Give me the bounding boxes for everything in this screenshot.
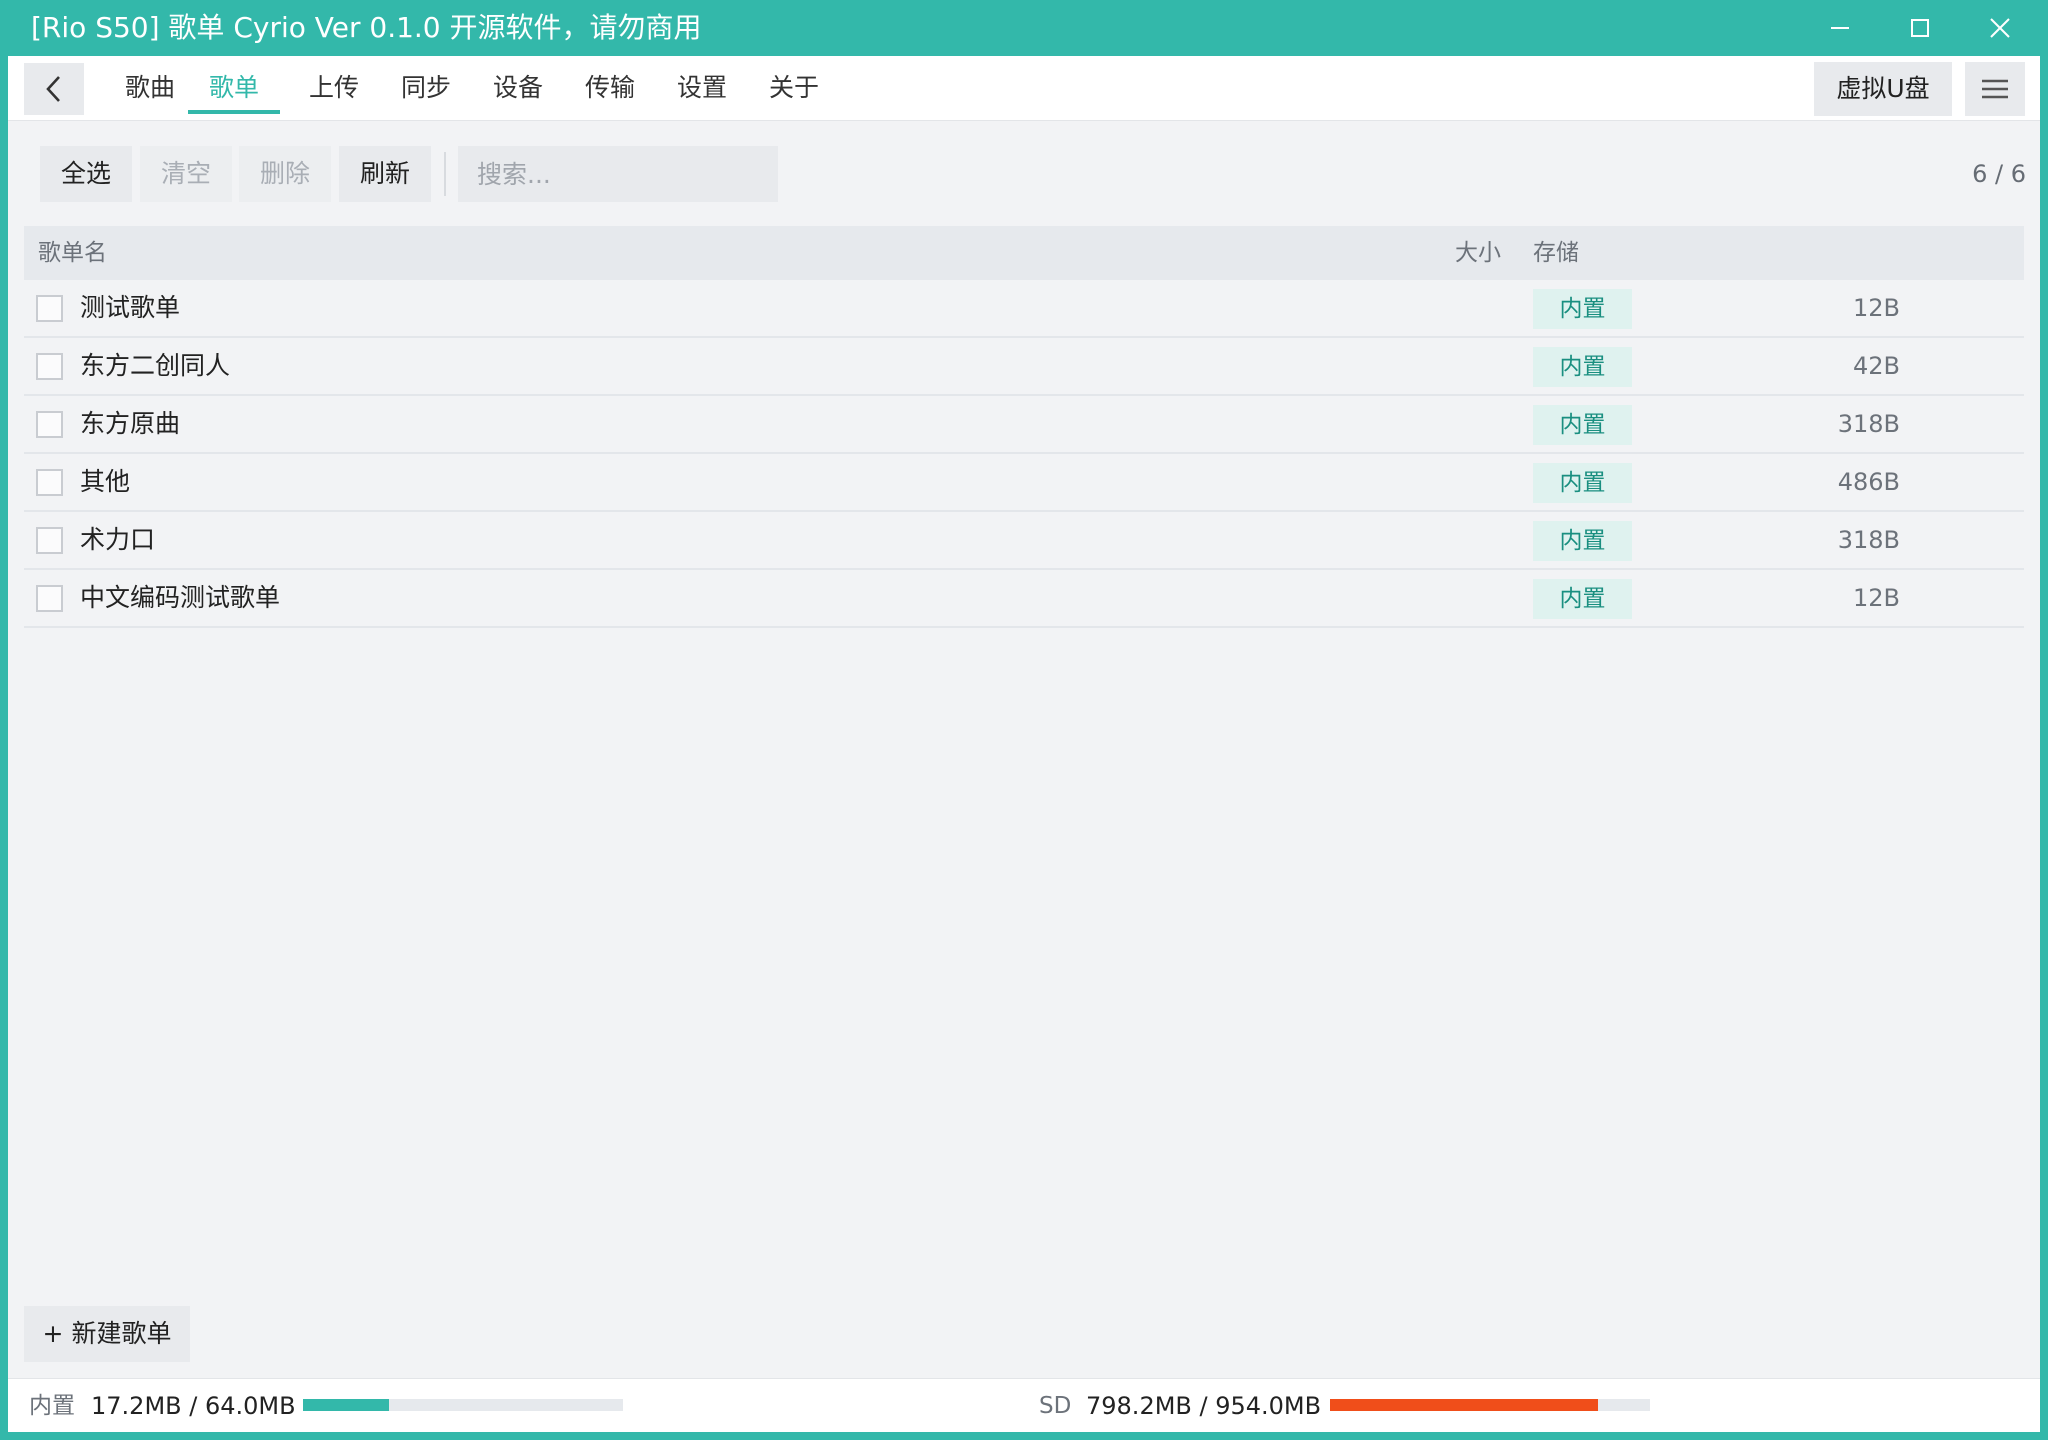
row-checkbox[interactable] [36, 353, 63, 380]
playlist-size: 12B [1852, 294, 1900, 322]
internal-storage-bar [303, 1399, 623, 1411]
table-row[interactable]: 其他 486B 内置 [24, 454, 2024, 512]
hamburger-menu-icon [1982, 79, 2008, 99]
playlist-name: 术力口 [80, 525, 156, 554]
playlist-size: 12B [1852, 584, 1900, 612]
playlist-name: 东方二创同人 [80, 351, 231, 380]
table-row[interactable]: 东方原曲 318B 内置 [24, 396, 2024, 454]
playlist-count: 6 / 6 [1972, 160, 2026, 188]
tab-upload[interactable]: 上传 [296, 64, 372, 112]
playlist-name: 测试歌单 [80, 293, 181, 322]
nav-bar: 歌曲 歌单 上传 同步 设备 传输 设置 关于 虚拟U盘 [8, 56, 2040, 121]
table-row[interactable]: 术力口 318B 内置 [24, 512, 2024, 570]
tab-about[interactable]: 关于 [756, 64, 832, 112]
virtual-usb-button[interactable]: 虚拟U盘 [1814, 62, 1952, 116]
storage-badge: 内置 [1533, 579, 1632, 619]
client-area: 歌曲 歌单 上传 同步 设备 传输 设置 关于 虚拟U盘 全选 清空 删除 刷新… [8, 56, 2040, 1432]
tab-settings[interactable]: 设置 [664, 64, 740, 112]
sd-storage-fill [1330, 1399, 1598, 1411]
storage-badge: 内置 [1533, 289, 1632, 329]
status-bar: 内置 17.2MB / 64.0MB SD 798.2MB / 954.0MB [8, 1378, 2040, 1432]
playlist-name: 其他 [80, 467, 131, 496]
tab-transfer[interactable]: 传输 [572, 64, 648, 112]
storage-badge: 内置 [1533, 521, 1632, 561]
new-playlist-button[interactable]: + 新建歌单 [24, 1306, 190, 1362]
table-row[interactable]: 测试歌单 12B 内置 [24, 280, 2024, 338]
row-checkbox[interactable] [36, 469, 63, 496]
sd-storage-bar [1330, 1399, 1650, 1411]
tab-songs[interactable]: 歌曲 [112, 64, 188, 112]
table-row[interactable]: 东方二创同人 42B 内置 [24, 338, 2024, 396]
playlist-size: 318B [1837, 526, 1900, 554]
playlist-size: 318B [1837, 410, 1900, 438]
table-row[interactable]: 中文编码测试歌单 12B 内置 [24, 570, 2024, 628]
playlist-size: 42B [1852, 352, 1900, 380]
refresh-button[interactable]: 刷新 [339, 146, 431, 202]
playlist-name: 中文编码测试歌单 [80, 583, 281, 612]
row-checkbox[interactable] [36, 585, 63, 612]
storage-badge: 内置 [1533, 405, 1632, 445]
clear-button[interactable]: 清空 [140, 146, 232, 202]
search-input[interactable] [458, 146, 778, 202]
playlist-size: 486B [1837, 468, 1900, 496]
toolbar-divider [444, 152, 446, 196]
sd-storage-usage: 798.2MB / 954.0MB [1086, 1392, 1322, 1420]
row-checkbox[interactable] [36, 411, 63, 438]
back-button[interactable] [24, 63, 84, 115]
sd-storage-label: SD [1039, 1393, 1072, 1419]
storage-badge: 内置 [1533, 463, 1632, 503]
table-header: 歌单名 大小 存储 [24, 226, 2024, 280]
app-window: [Rio S50] 歌单 Cyrio Ver 0.1.0 开源软件，请勿商用 歌… [0, 0, 2048, 1440]
internal-storage-label: 内置 [29, 1393, 75, 1419]
maximize-button[interactable] [1880, 0, 1960, 56]
maximize-icon [1911, 19, 1929, 37]
column-header-storage[interactable]: 存储 [1533, 226, 1579, 280]
minimize-button[interactable] [1800, 0, 1880, 56]
playlist-table: 歌单名 大小 存储 测试歌单 12B 内置 东方二创同人 42B 内置 东方原曲… [24, 226, 2024, 628]
menu-button[interactable] [1965, 62, 2025, 116]
tab-device[interactable]: 设备 [480, 64, 556, 112]
row-checkbox[interactable] [36, 527, 63, 554]
tab-playlists[interactable]: 歌单 [188, 64, 280, 114]
row-checkbox[interactable] [36, 295, 63, 322]
column-header-name[interactable]: 歌单名 [38, 226, 107, 280]
window-title: [Rio S50] 歌单 Cyrio Ver 0.1.0 开源软件，请勿商用 [31, 11, 702, 44]
internal-storage-usage: 17.2MB / 64.0MB [91, 1392, 296, 1420]
minimize-icon [1831, 27, 1849, 29]
title-bar[interactable]: [Rio S50] 歌单 Cyrio Ver 0.1.0 开源软件，请勿商用 [0, 0, 2048, 56]
column-header-size[interactable]: 大小 [1455, 226, 1501, 280]
close-icon [1990, 18, 2010, 38]
playlist-name: 东方原曲 [80, 409, 181, 438]
select-all-button[interactable]: 全选 [40, 146, 132, 202]
internal-storage-fill [303, 1399, 390, 1411]
close-button[interactable] [1960, 0, 2040, 56]
delete-button[interactable]: 删除 [239, 146, 331, 202]
tab-sync[interactable]: 同步 [388, 64, 464, 112]
storage-badge: 内置 [1533, 347, 1632, 387]
chevron-left-icon [46, 76, 60, 102]
